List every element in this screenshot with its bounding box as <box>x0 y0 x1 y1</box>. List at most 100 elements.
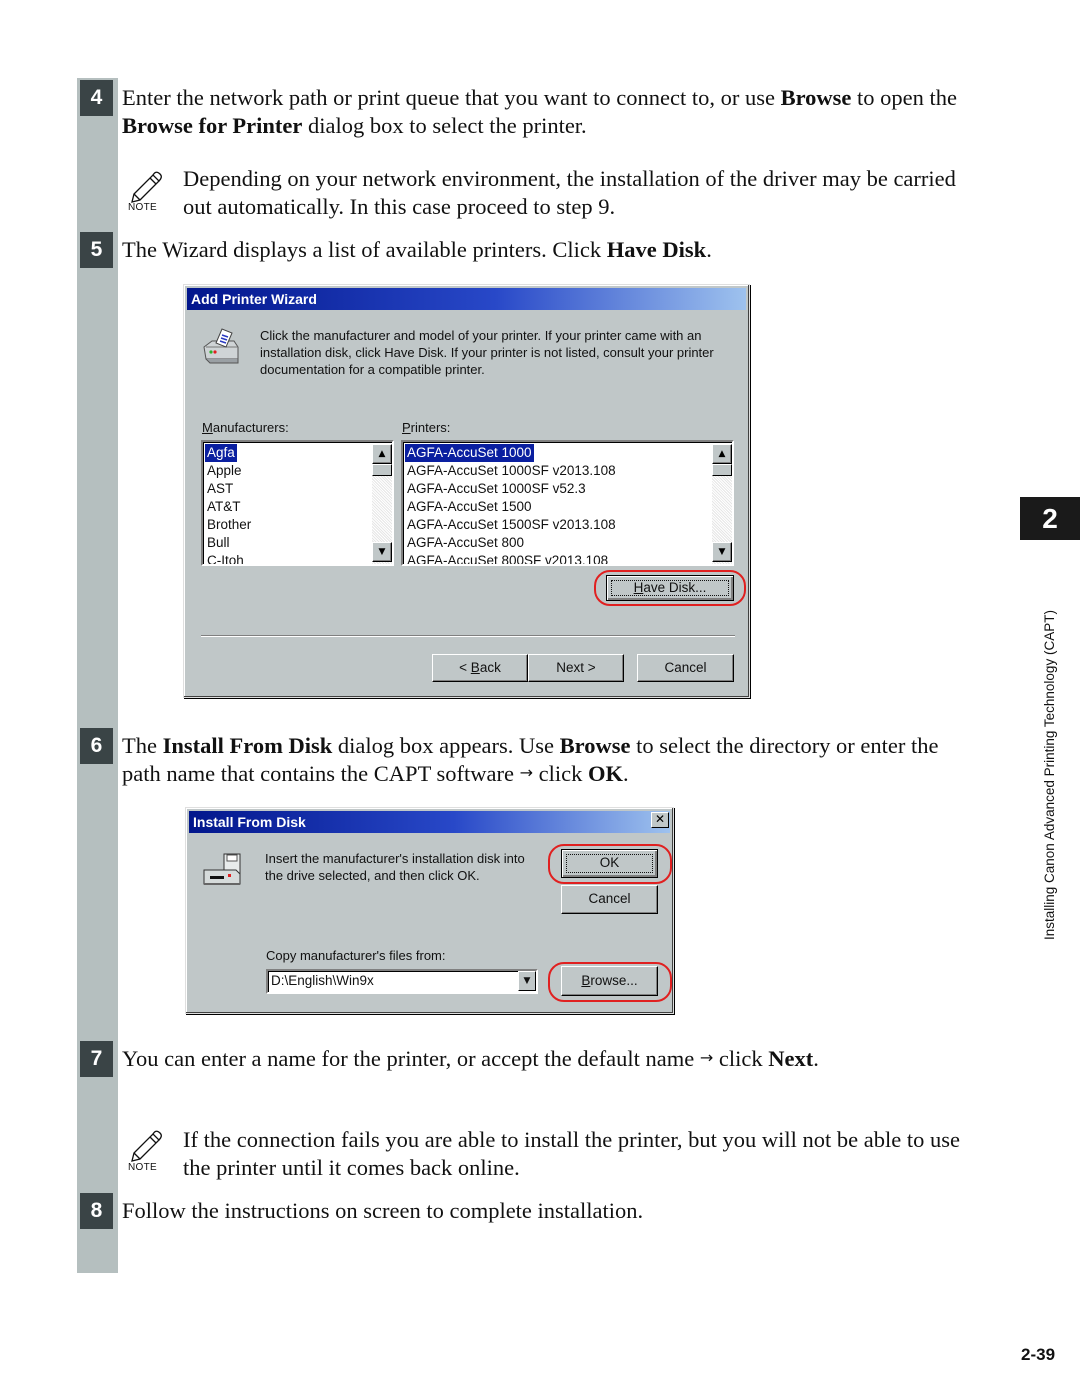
bold-term: Next <box>768 1046 814 1071</box>
step-8-badge: 8 <box>80 1193 113 1229</box>
scroll-thumb[interactable] <box>712 464 732 476</box>
next-button[interactable]: Next > <box>528 654 624 682</box>
manufacturers-listbox[interactable]: Agfa Apple AST AT&T Brother Bull C-Itoh ▲ ▼ <box>201 440 394 566</box>
printers-scrollbar[interactable]: ▲ ▼ <box>712 444 732 564</box>
arrow-down-icon: ▼ <box>378 547 386 557</box>
install-from-disk-dialog: Install From Disk ✕ Insert the manufactu… <box>185 807 674 1014</box>
arrow-right-icon: → <box>699 1048 714 1067</box>
chapter-title: Installing Canon Advanced Printing Techn… <box>1042 610 1057 940</box>
close-button[interactable]: ✕ <box>651 812 669 828</box>
cancel-button[interactable]: Cancel <box>561 885 658 914</box>
step-7-text: You can enter a name for the printer, or… <box>122 1045 819 1075</box>
note-label: NOTE <box>128 202 157 213</box>
arrow-down-icon: ▼ <box>718 547 726 557</box>
step-6-text: The Install From Disk dialog box appears… <box>122 732 939 790</box>
install-from-disk-titlebar[interactable]: Install From Disk <box>189 811 670 833</box>
chapter-tab: 2 <box>1020 497 1080 540</box>
note-2-text: If the connection fails you are able to … <box>183 1126 960 1182</box>
chevron-down-icon: ▼ <box>523 976 531 986</box>
scroll-down-button[interactable]: ▼ <box>372 542 392 562</box>
printers-label: Printers: <box>402 420 451 435</box>
printer-list-item[interactable]: AGFA-AccuSet 1000 <box>405 444 534 462</box>
note-2-line-2: the printer until it comes back online. <box>183 1155 520 1180</box>
printer-list-item[interactable]: AGFA-AccuSet 1500 <box>405 498 534 516</box>
arrow-up-icon: ▲ <box>378 449 386 459</box>
copy-from-label: Copy manufacturer's files from: <box>266 948 446 963</box>
text-run: Enter the network path or print queue th… <box>122 85 781 110</box>
step-6-badge: 6 <box>80 728 113 764</box>
manufacturer-list-item[interactable]: Apple <box>205 462 244 480</box>
step-4-badge: 4 <box>80 80 113 116</box>
printer-list-item[interactable]: AGFA-AccuSet 800SF v2013.108 <box>405 552 610 564</box>
wizard-separator <box>201 635 735 637</box>
text-run: click <box>713 1046 769 1071</box>
step-4-text: Enter the network path or print queue th… <box>122 84 957 140</box>
bold-term: Browse for Printer <box>122 113 303 138</box>
scroll-thumb[interactable] <box>372 464 392 476</box>
text-run: . <box>706 237 712 262</box>
back-button[interactable]: < Back <box>432 654 528 682</box>
printer-list-item[interactable]: AGFA-AccuSet 1500SF v2013.108 <box>405 516 618 534</box>
have-disk-button[interactable]: Have Disk... <box>606 575 734 601</box>
step-7-badge: 7 <box>80 1041 113 1077</box>
page-number: 2-39 <box>1021 1345 1056 1364</box>
manufacturer-list-item[interactable]: Bull <box>205 534 232 552</box>
copy-from-value: D:\English\Win9x <box>271 973 374 988</box>
note-1-line-2: out automatically. In this case proceed … <box>183 194 616 219</box>
step-6-line-1: The Install From Disk dialog box appears… <box>122 732 939 760</box>
printer-list-item[interactable]: AGFA-AccuSet 1000SF v2013.108 <box>405 462 618 480</box>
copy-from-combobox[interactable]: D:\English\Win9x ▼ <box>266 969 538 994</box>
bold-term: Browse <box>559 733 631 758</box>
text-run: to open the <box>851 85 958 110</box>
manufacturer-list-item[interactable]: AST <box>205 480 235 498</box>
wizard-instruction-line-1: Click the manufacturer and model of your… <box>260 328 702 343</box>
cancel-button[interactable]: Cancel <box>637 654 734 682</box>
ok-button[interactable]: OK <box>561 849 658 878</box>
close-icon: ✕ <box>654 812 666 826</box>
bold-term: Have Disk <box>606 237 707 262</box>
note-2-line-1: If the connection fails you are able to … <box>183 1127 961 1152</box>
arrow-up-icon: ▲ <box>718 449 726 459</box>
step-5-text: The Wizard displays a list of available … <box>122 236 712 264</box>
text-run: The Wizard displays a list of available … <box>122 237 607 262</box>
scroll-up-button[interactable]: ▲ <box>712 444 732 464</box>
note-1-text: Depending on your network environment, t… <box>183 165 956 221</box>
step-8-text: Follow the instructions on screen to com… <box>122 1197 643 1225</box>
scroll-down-button[interactable]: ▼ <box>712 542 732 562</box>
step-8-line-1: Follow the instructions on screen to com… <box>122 1197 643 1225</box>
manufacturer-list-item[interactable]: Agfa <box>205 444 237 462</box>
printer-icon <box>200 327 242 367</box>
text-run: dialog box appears. Use <box>332 733 560 758</box>
text-run: You can enter a name for the printer, or… <box>122 1046 700 1071</box>
add-printer-wizard-dialog: Add Printer Wizard Click the manufacture… <box>183 284 750 698</box>
manufacturer-list-item[interactable]: AT&T <box>205 498 243 516</box>
note-1-line-1: Depending on your network environment, t… <box>183 166 956 191</box>
bold-term: Browse <box>780 85 852 110</box>
wizard-instruction-line-2: installation disk, click Have Disk. If y… <box>260 345 714 360</box>
text-run: dialog box to select the printer. <box>302 113 587 138</box>
text-run: . <box>623 761 629 786</box>
arrow-right-icon: → <box>519 763 534 782</box>
dropdown-button[interactable]: ▼ <box>518 971 536 991</box>
scroll-up-button[interactable]: ▲ <box>372 444 392 464</box>
printer-list-item[interactable]: AGFA-AccuSet 1000SF v52.3 <box>405 480 588 498</box>
manufacturer-list-item[interactable]: Brother <box>205 516 253 534</box>
add-printer-wizard-titlebar[interactable]: Add Printer Wizard <box>187 288 746 310</box>
install-message-line-2: the drive selected, and then click OK. <box>265 868 480 883</box>
note-label: NOTE <box>128 1162 157 1173</box>
text-run: . <box>813 1046 819 1071</box>
manufacturers-scrollbar[interactable]: ▲ ▼ <box>372 444 392 564</box>
printers-listbox[interactable]: AGFA-AccuSet 1000 AGFA-AccuSet 1000SF v20… <box>401 440 734 566</box>
text-run: to select the directory or enter the <box>630 733 939 758</box>
floppy-drive-icon <box>202 852 246 888</box>
step-4-line-2: Browse for Printer dialog box to select … <box>122 112 957 140</box>
step-4-line-1: Enter the network path or print queue th… <box>122 84 957 112</box>
text-run: Follow the instructions on screen to com… <box>122 1198 644 1223</box>
bold-term: OK <box>588 761 624 786</box>
manufacturer-list-item[interactable]: C-Itoh <box>205 552 246 564</box>
browse-button[interactable]: Browse... <box>561 966 658 996</box>
wizard-instruction-line-3: documentation for a compatible printer. <box>260 362 485 377</box>
printer-list-item[interactable]: AGFA-AccuSet 800 <box>405 534 526 552</box>
install-message: Insert the manufacturer's installation d… <box>265 850 525 884</box>
text-run: click <box>533 761 589 786</box>
